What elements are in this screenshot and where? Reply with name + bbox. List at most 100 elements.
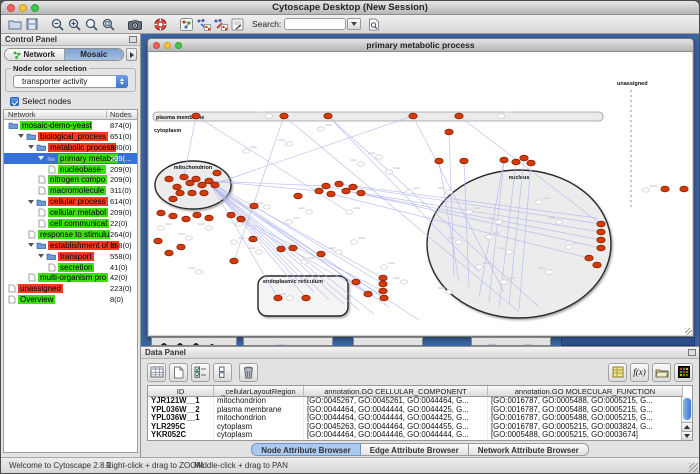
network-node-small[interactable] xyxy=(456,240,463,244)
tab-edge-attribute-browser[interactable]: Edge Attribute Browser xyxy=(361,443,469,456)
tree-row[interactable]: primary metabo209(... xyxy=(4,153,137,164)
network-node-small[interactable] xyxy=(256,250,263,254)
unselect-all-attributes-button[interactable] xyxy=(213,363,232,382)
help-button[interactable] xyxy=(152,16,169,32)
expander-icon[interactable] xyxy=(38,254,44,258)
table-cell[interactable]: [GO:0044464, GO:0044444, GO:0044425, G..… xyxy=(304,440,488,441)
network-node[interactable] xyxy=(165,250,173,256)
tree-row[interactable]: cellular metabol209(0) xyxy=(4,207,137,218)
network-node[interactable] xyxy=(157,210,165,216)
network-node-small[interactable] xyxy=(498,114,505,118)
network-node[interactable] xyxy=(585,255,593,261)
network-node-small[interactable] xyxy=(266,114,273,118)
zoom-selected-button[interactable] xyxy=(100,16,117,32)
minimize-button[interactable] xyxy=(19,4,27,12)
tree-row[interactable]: multi-organism pro42(0) xyxy=(4,272,137,283)
network-node-small[interactable] xyxy=(231,240,238,244)
network-node[interactable] xyxy=(294,193,302,199)
network-node-small[interactable] xyxy=(287,296,294,300)
table-cell[interactable]: mitochondrion xyxy=(214,397,304,406)
column-header[interactable]: ID xyxy=(148,386,214,397)
tree-column-network[interactable]: Network xyxy=(8,110,36,120)
network-node-small[interactable] xyxy=(306,210,313,214)
frame-close-button[interactable] xyxy=(153,42,160,49)
network-node[interactable] xyxy=(597,229,605,235)
network-node-small[interactable] xyxy=(496,220,503,224)
tree-row[interactable]: nitrogen compo209(0) xyxy=(4,174,137,185)
tree-row[interactable]: response to stimulu264(0) xyxy=(4,229,137,240)
network-node[interactable] xyxy=(165,176,173,182)
network-node[interactable] xyxy=(193,212,201,218)
network-node[interactable] xyxy=(352,279,360,285)
table-cell[interactable]: cytoplasm xyxy=(214,431,304,440)
background-window-sliver[interactable] xyxy=(353,337,423,346)
network-node[interactable] xyxy=(661,186,669,192)
select-nodes-checkbox[interactable] xyxy=(10,97,19,106)
table-cell[interactable]: [GO:0005488, GO:0005215, GO:0003674] xyxy=(488,431,683,440)
heatmap-button[interactable] xyxy=(674,363,693,382)
network-node[interactable] xyxy=(512,159,520,165)
expander-icon[interactable] xyxy=(28,145,34,149)
float-panel-icon[interactable] xyxy=(129,36,137,43)
network-node[interactable] xyxy=(188,190,196,196)
tab-overflow-button[interactable] xyxy=(126,48,137,61)
network-node-small[interactable] xyxy=(158,226,165,230)
background-window-sliver[interactable] xyxy=(151,337,237,346)
network-node[interactable] xyxy=(364,291,372,297)
network-node[interactable] xyxy=(342,188,350,194)
scroll-down-button[interactable] xyxy=(682,431,692,440)
table-cell[interactable]: YJR121W__1 xyxy=(148,397,214,406)
float-panel-icon[interactable] xyxy=(688,349,696,356)
network-node-small[interactable] xyxy=(301,260,308,264)
window-titlebar[interactable]: Cytoscape Desktop (New Session) xyxy=(1,1,699,15)
expander-icon[interactable] xyxy=(18,134,24,138)
open-attribute-file-button[interactable] xyxy=(652,363,671,382)
tree-row[interactable]: Overview8(0) xyxy=(4,294,137,305)
network-node-small[interactable] xyxy=(476,265,483,269)
network-node-small[interactable] xyxy=(264,205,271,209)
network-node-small[interactable] xyxy=(358,162,365,166)
table-scrollbar[interactable] xyxy=(681,397,692,440)
network-node-small[interactable] xyxy=(546,270,553,274)
network-node[interactable] xyxy=(154,238,162,244)
tree-row[interactable]: nucleobase-209(0) xyxy=(4,164,137,175)
frame-minimize-button[interactable] xyxy=(164,42,171,49)
table-cell[interactable]: [GO:0045267, GO:0045261, GO:0044464, G..… xyxy=(304,397,488,406)
table-cell[interactable]: mitochondrion xyxy=(214,440,304,441)
network-node-small[interactable] xyxy=(186,236,193,240)
tab-network-attribute-browser[interactable]: Network Attribute Browser xyxy=(469,443,589,456)
save-button[interactable] xyxy=(23,16,40,32)
network-node-small[interactable] xyxy=(196,270,203,274)
tree-row[interactable]: mosaic-demo-yeast874(0) xyxy=(4,120,137,131)
tab-mosaic[interactable]: Mosaic xyxy=(65,49,124,60)
destroy-network-view-button[interactable] xyxy=(212,16,229,32)
network-node-small[interactable] xyxy=(376,155,383,159)
network-node-small[interactable] xyxy=(536,200,543,204)
background-window-sliver[interactable] xyxy=(471,337,551,346)
network-node[interactable] xyxy=(317,251,325,257)
table-cell[interactable]: [GO:0044464, GO:0044446, GO:0044444, G..… xyxy=(304,431,488,440)
network-node[interactable] xyxy=(379,281,387,287)
network-node-small[interactable] xyxy=(486,235,493,239)
tree-row[interactable]: biological_process651(0) xyxy=(4,131,137,142)
close-button[interactable] xyxy=(7,4,15,12)
table-cell[interactable]: YPL036W__2 xyxy=(148,406,214,415)
network-node-small[interactable] xyxy=(501,280,508,284)
table-cell[interactable]: [GO:0016787, GO:0005488, GO:0005215, G..… xyxy=(488,397,683,406)
network-node[interactable] xyxy=(335,181,343,187)
network-node[interactable] xyxy=(460,158,468,164)
network-node[interactable] xyxy=(327,191,335,197)
network-edge[interactable] xyxy=(211,116,413,185)
network-node[interactable] xyxy=(357,190,365,196)
network-node-small[interactable] xyxy=(346,210,353,214)
network-node[interactable] xyxy=(169,196,177,202)
network-node-small[interactable] xyxy=(336,250,343,254)
network-view-titlebar[interactable]: primary metabolic process xyxy=(148,39,693,52)
network-node[interactable] xyxy=(213,170,221,176)
column-header[interactable]: _cellularLayoutRegion xyxy=(214,386,304,397)
table-cell[interactable]: [GO:0016787, GO:0005488, GO:0005215, G..… xyxy=(488,440,683,441)
network-view-frame[interactable]: primary metabolic process plasma membran… xyxy=(147,38,694,337)
import-attributes-button[interactable] xyxy=(608,363,627,382)
tree-row[interactable]: transport558(0) xyxy=(4,251,137,262)
tree-row[interactable]: secretion41(0) xyxy=(4,262,137,273)
